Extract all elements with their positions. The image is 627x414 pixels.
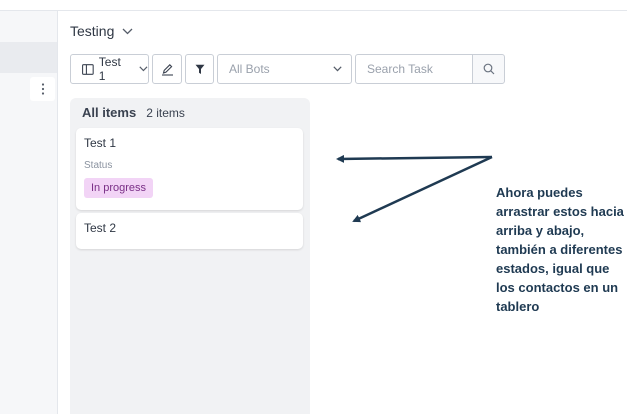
annotation-arrow-up xyxy=(336,154,493,163)
view-selector-label: Test 1 xyxy=(98,55,121,83)
column-count: 2 items xyxy=(146,106,185,120)
funnel-icon xyxy=(195,64,204,74)
search-input[interactable]: Search Task xyxy=(355,54,473,84)
annotation-note: Ahora puedes arrastrar estos hacia arrib… xyxy=(496,185,624,314)
more-options-button[interactable] xyxy=(30,77,55,101)
sidebar-selected-item[interactable] xyxy=(0,42,57,73)
task-card[interactable]: Test 2 xyxy=(76,213,303,249)
view-title: Testing xyxy=(70,23,115,39)
annotation-arrow-down xyxy=(352,155,493,223)
sidebar-divider xyxy=(57,11,58,414)
filter-button[interactable] xyxy=(185,54,214,84)
task-card-title: Test 2 xyxy=(84,221,117,235)
view-title-dropdown[interactable]: Testing xyxy=(70,23,133,39)
columns-icon xyxy=(82,63,94,75)
view-selector[interactable]: Test 1 xyxy=(70,54,149,84)
chevron-down-icon xyxy=(139,66,148,72)
column-title: All items xyxy=(82,105,137,120)
kebab-vertical-icon xyxy=(41,83,44,95)
search-button[interactable] xyxy=(472,54,505,84)
search-placeholder: Search Task xyxy=(367,62,433,76)
status-label: Status xyxy=(84,160,113,171)
status-badge[interactable]: In progress xyxy=(84,178,154,198)
bots-select-value: All Bots xyxy=(229,62,270,76)
task-card[interactable]: Test 1 Status In progress xyxy=(76,128,303,210)
pencil-icon xyxy=(161,63,173,76)
search-icon xyxy=(483,63,494,75)
chevron-down-icon xyxy=(333,66,342,72)
column-header: All items 2 items xyxy=(82,105,185,120)
bots-select[interactable]: All Bots xyxy=(217,54,352,84)
board-column: All items 2 items Test 1 Status In progr… xyxy=(70,98,310,414)
chevron-down-icon xyxy=(122,28,133,34)
edit-button[interactable] xyxy=(152,54,182,84)
top-divider xyxy=(0,10,627,11)
task-card-title: Test 1 xyxy=(84,136,117,150)
